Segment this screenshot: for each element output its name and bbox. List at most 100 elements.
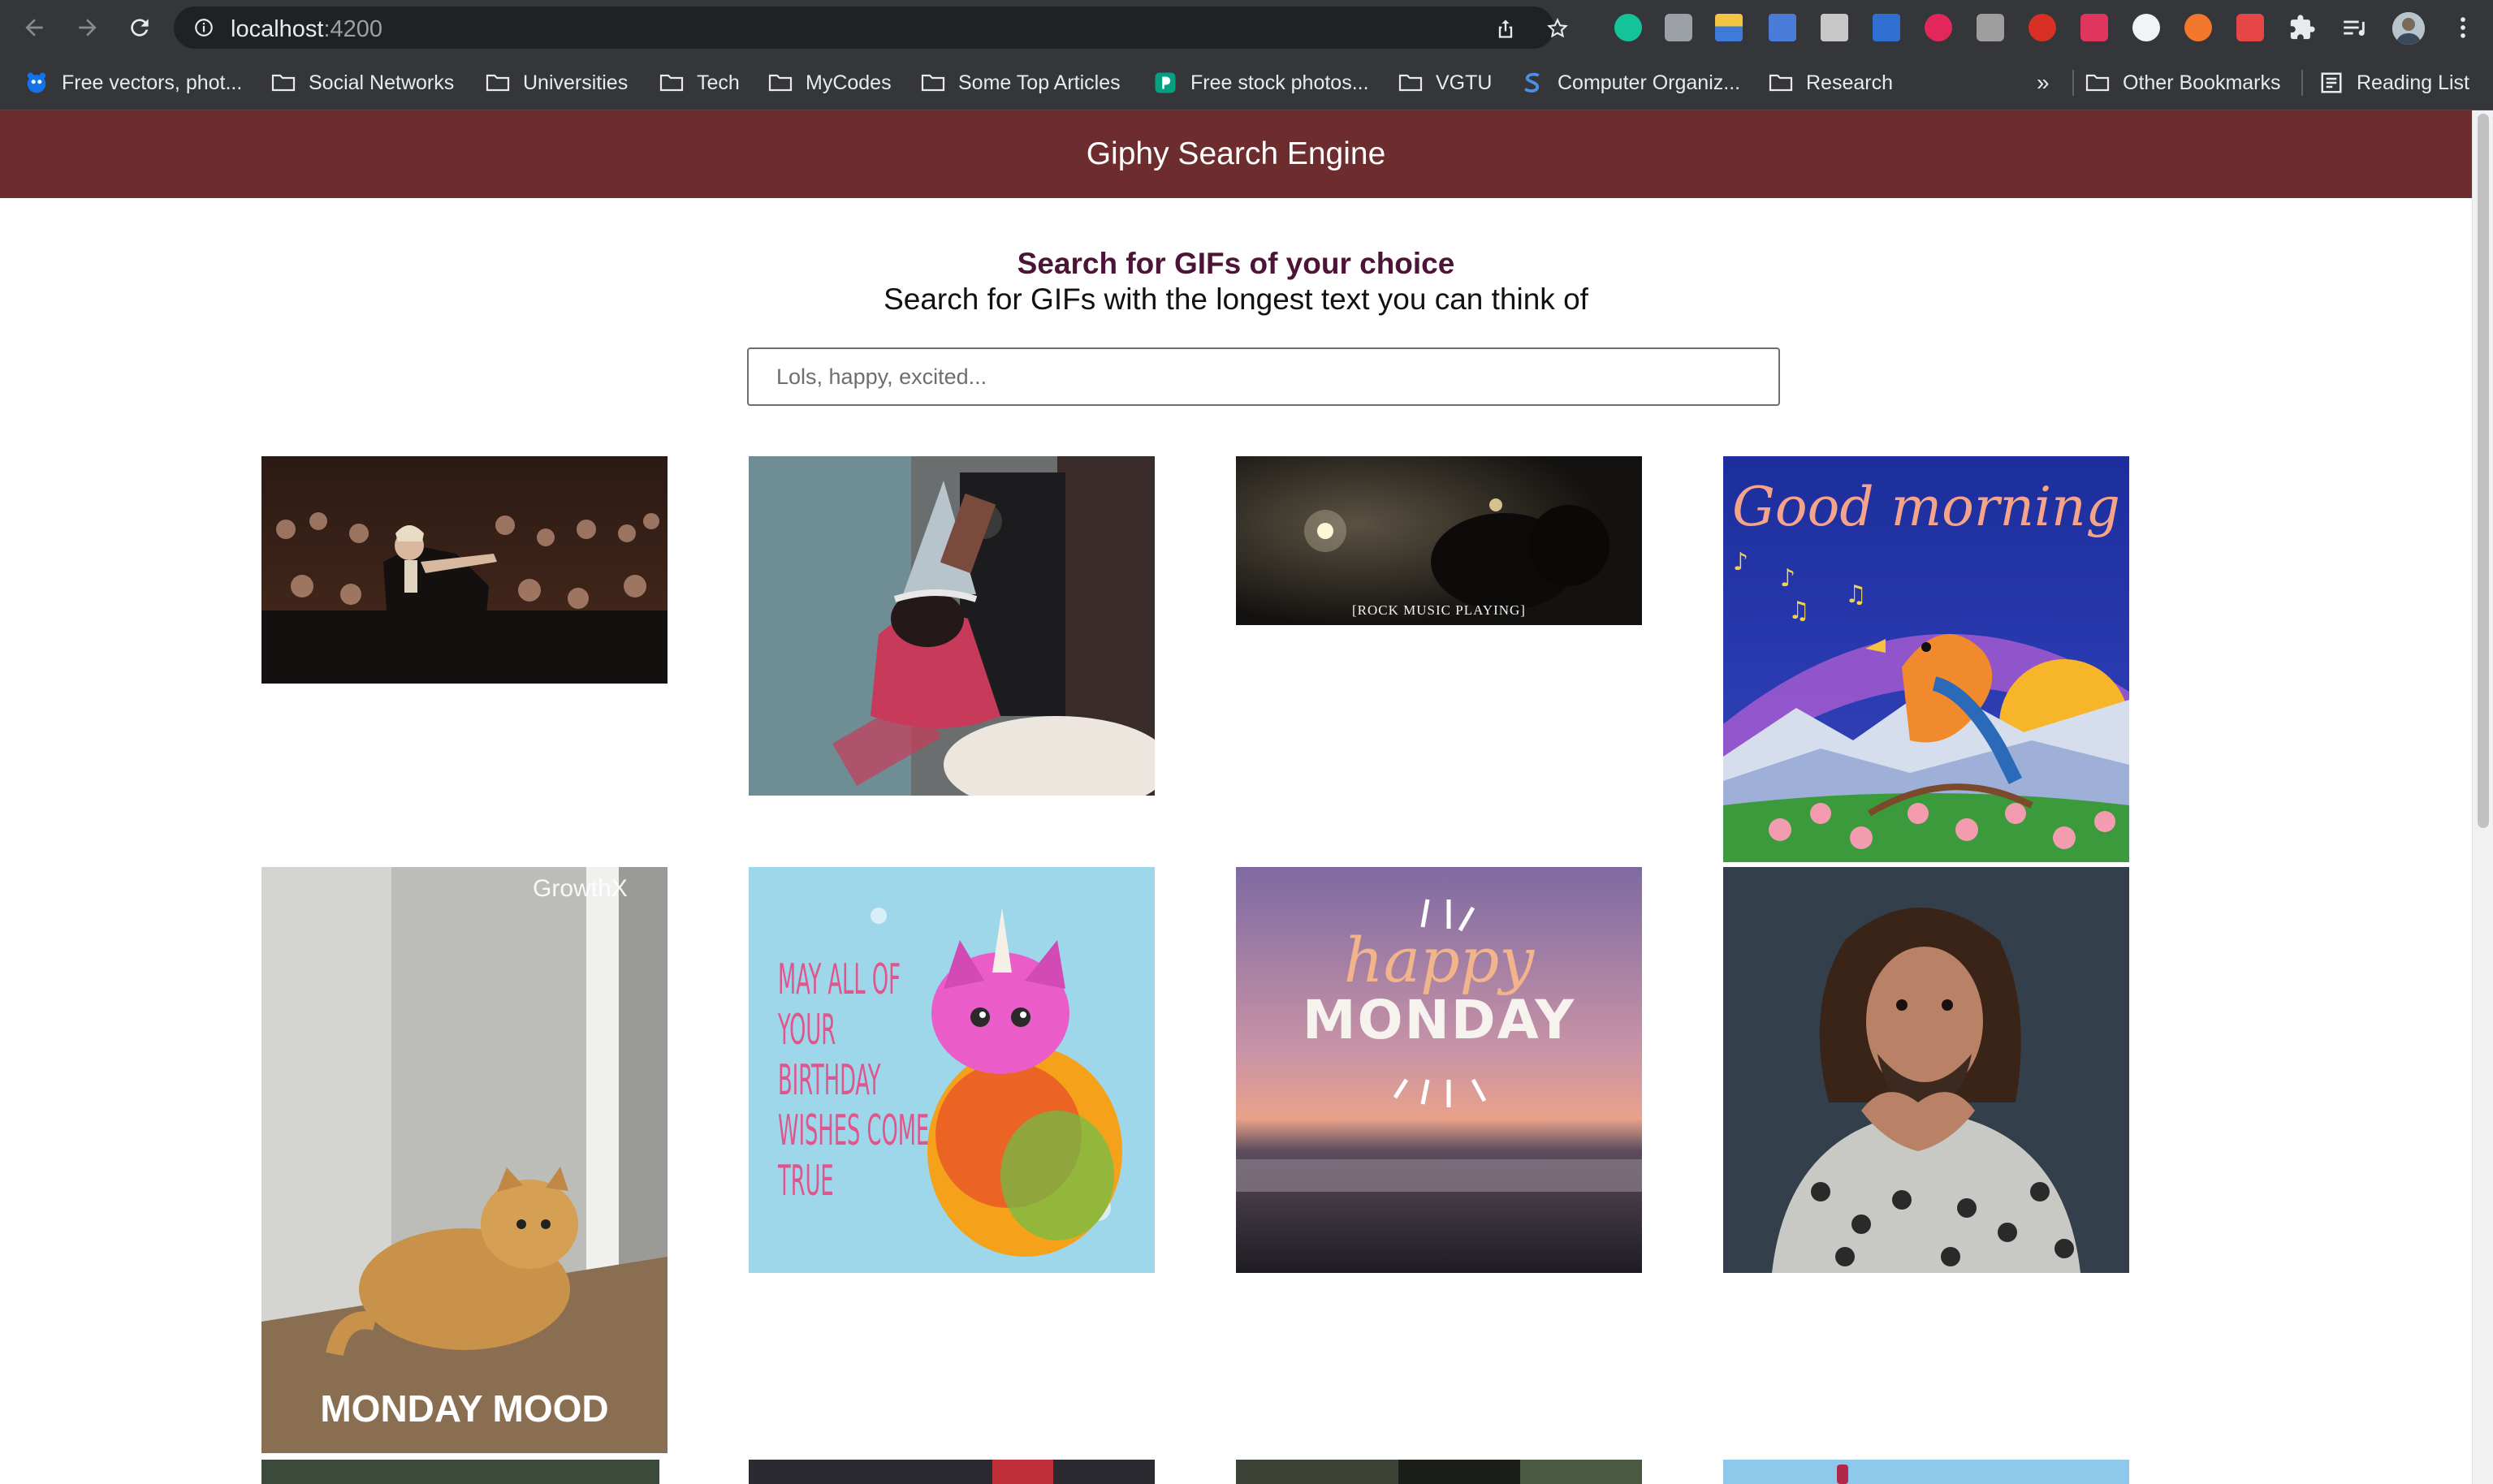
reload-icon [131,19,149,37]
bookmark-label: MyCodes [806,71,892,94]
browser-toolbar: localhost:4200 [0,0,2493,55]
bookmark-label: Research [1806,71,1893,94]
bookmark-label: Universities [523,71,629,94]
orange-extension-icon[interactable] [2184,14,2212,41]
bookmark-label: Tech [697,71,740,94]
bookmark-tech[interactable]: Tech [659,70,740,96]
bookmarks-overflow-button[interactable]: » [2037,70,2050,96]
pinterest-extension-icon[interactable] [2080,14,2108,41]
grammarly-extension-icon[interactable] [1614,14,1642,41]
gif-card-good-morning[interactable]: ♪ ♪ ♫ ♫ Good morning [1723,456,2129,862]
app-title: Giphy Search Engine [1086,136,1386,171]
search-input[interactable] [747,347,1780,406]
gif-card-heart-hands[interactable] [1723,867,2129,1273]
amazon-extension-icon[interactable] [1873,14,1900,41]
bookmarks-divider [2072,70,2074,96]
site-info-icon[interactable] [193,17,214,38]
rock-music-gif-image [1236,456,1642,625]
back-arrow-icon [25,19,43,37]
reading-list-button[interactable]: Reading List [2319,70,2469,96]
scrollbar-thumb[interactable] [2478,114,2489,828]
folder-icon [1398,74,1423,92]
freepik-icon [27,72,46,93]
translate-extension-icon[interactable] [1769,14,1796,41]
bookmark-some-top-articles[interactable]: Some Top Articles [921,70,1121,96]
page-subheadline: Search for GIFs with the longest text yo… [884,283,1588,316]
reload-button[interactable] [123,11,156,44]
flag-extension-icon[interactable] [1715,14,1743,41]
folder-icon [921,74,945,92]
bookmark-label: Free vectors, phot... [62,71,243,94]
forward-button[interactable] [71,11,104,44]
m-extension-icon[interactable] [1925,14,1952,41]
folder-icon [659,74,684,92]
url-port: :4200 [323,16,383,42]
forward-arrow-icon [79,19,97,37]
bookmark-free-stock-photos[interactable]: Free stock photos... [1153,70,1369,96]
address-bar[interactable]: localhost:4200 [174,6,1568,49]
gif-card-row3-c[interactable] [1236,1460,1642,1484]
profile-avatar[interactable] [2392,12,2425,45]
bookmark-computer-organization[interactable]: Computer Organiz... [1520,70,1740,96]
party-hat-gif-image [749,456,1155,796]
page-viewport: Giphy Search Engine Search for GIFs of y… [0,110,2472,1484]
bookmark-label: Social Networks [309,71,455,94]
folder-icon [2085,74,2110,92]
gif-caption: MAY ALL OF YOUR BIRTHDAY WISHES COME TRU… [778,956,930,1206]
bookmark-star-icon[interactable] [1546,17,1569,40]
gif-card-rock-music[interactable]: [ROCK MUSIC PLAYING] [1236,456,1642,625]
gif-card-row3-a[interactable] [261,1460,659,1484]
bookmark-label: Other Bookmarks [2123,71,2281,94]
extensions-puzzle-icon[interactable] [2288,14,2316,41]
url-host: localhost [231,16,324,42]
gif-caption-top: happy [1343,924,1535,996]
folder-icon [768,74,793,92]
gif-caption: [ROCK MUSIC PLAYING] [1352,602,1526,618]
page-scrollbar[interactable] [2472,110,2493,1484]
bookmark-vgtu[interactable]: VGTU [1398,70,1492,96]
reading-mode-icon[interactable] [2340,14,2368,41]
gif-card-row3-b[interactable] [749,1460,1155,1484]
print-extension-icon[interactable] [1821,14,1848,41]
bookmark-label: Free stock photos... [1190,71,1369,94]
svg-text:♪: ♪ [1733,548,1748,576]
svg-text:♫: ♫ [1845,580,1867,609]
more-menu-icon[interactable] [2449,14,2477,41]
gif-card-party-hat[interactable] [749,456,1155,796]
bookmark-social-networks[interactable]: Social Networks [271,70,454,96]
s-site-icon [1523,72,1540,93]
bookmark-universities[interactable]: Universities [486,70,628,96]
bookmark-mycodes[interactable]: MyCodes [768,70,892,96]
bookmark-label: Reading List [2357,71,2469,94]
gif-card-birthday-cat[interactable]: MAY ALL OF YOUR BIRTHDAY WISHES COME TRU… [749,867,1155,1273]
share-icon[interactable] [1494,17,1517,40]
gif-caption-bottom: MONDAY [1302,989,1576,1051]
bookmarks-bar: Free vectors, phot... Social Networks Un… [0,55,2493,110]
bookmark-other-bookmarks[interactable]: Other Bookmarks [2085,70,2281,96]
k-extension-icon[interactable] [1977,14,2004,41]
applause-gif-image [261,456,668,684]
monday-mood-gif-image [261,867,668,1453]
folder-icon [271,74,296,92]
gif-card-row3-d[interactable] [1723,1460,2129,1484]
folder-icon [1769,74,1793,92]
bookmarks-divider [2301,70,2303,96]
overflow-chevron-icon: » [2037,70,2050,95]
profile-photo-icon [2392,12,2425,45]
gif-decoration [1837,1465,1848,1484]
bookmark-label: Computer Organiz... [1558,71,1741,94]
gif-card-applause[interactable] [261,456,668,684]
svg-text:♪: ♪ [1780,564,1795,593]
bookmark-research[interactable]: Research [1769,70,1893,96]
gif-watermark: GrowthX [533,875,628,902]
url-text: localhost:4200 [231,16,382,43]
gif-card-monday-mood[interactable]: GrowthX MONDAY MOOD [261,867,668,1453]
reading-list-icon [2321,72,2342,93]
back-button[interactable] [18,11,50,44]
screenshot-extension-icon[interactable] [1665,14,1692,41]
adblock-extension-icon[interactable] [2029,14,2056,41]
gif-card-happy-monday[interactable]: happy MONDAY [1236,867,1642,1273]
circle-extension-icon[interactable] [2132,14,2160,41]
bookmark-freepik[interactable]: Free vectors, phot... [24,70,242,96]
red-extension-icon[interactable] [2236,14,2264,41]
